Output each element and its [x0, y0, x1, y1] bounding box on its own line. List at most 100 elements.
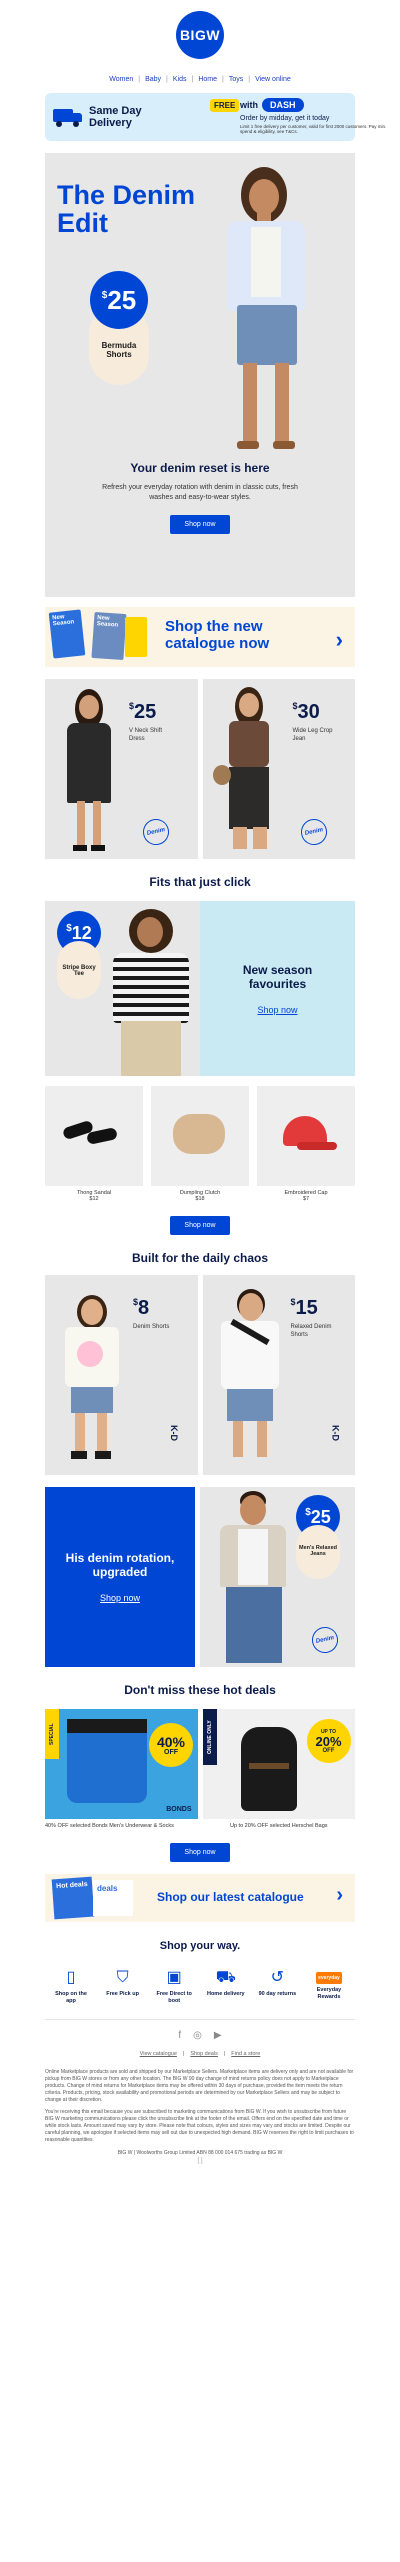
sandal-image — [45, 1086, 143, 1186]
facebook-icon[interactable]: f — [178, 2030, 181, 2041]
dash-pill: DASH — [262, 98, 304, 112]
shop-your-way-title: Shop your way. — [159, 1940, 241, 1952]
bonds-deal-caption: 40% OFF selected Bonds Men's Underwear &… — [45, 1823, 174, 1829]
shop-your-way-row: ▯ Shop on the app ⛉ Free Pick up ▣ Free Dir… — [50, 1968, 350, 2005]
deals-section-title: Don't miss these hot deals — [124, 1683, 276, 1697]
hero-shop-now-button[interactable]: Shop now — [170, 515, 230, 534]
tee-label-card: Stripe Boxy Tee — [57, 941, 101, 999]
bonds-discount-badge: 40% OFF — [149, 1723, 193, 1767]
kd-mark: K-D — [169, 1425, 179, 1441]
relaxed-shorts-description: Relaxed Denim Shorts — [290, 1324, 332, 1338]
legal-paragraph: You're receiving this email because you … — [45, 2109, 354, 2143]
accessories-row: Thong Sandal $12 Dumpling Clutch $18 Emb… — [45, 1086, 355, 1202]
catalogue-thumbnail-3 — [125, 617, 147, 657]
dash-with: with — [240, 100, 258, 110]
rewards-icon: everyday — [315, 1972, 342, 1984]
accessory-clutch[interactable]: Dumpling Clutch $18 — [151, 1086, 249, 1202]
mens-jeans-label-card: Men's Relaxed Jeans — [296, 1525, 340, 1579]
relaxed-shorts-price: $15 — [290, 1297, 318, 1319]
kids-two-up: $8 Denim Shorts K-D $15 Relaxed Denim Sh… — [45, 1275, 355, 1475]
stripe-tee-tile[interactable]: $12 Stripe Boxy Tee — [45, 901, 200, 1076]
latest-thumbnail-1: Hot deals — [51, 1876, 95, 1920]
footer-find-store[interactable]: Find a store — [231, 2051, 260, 2057]
divider — [45, 2019, 355, 2020]
way-rewards[interactable]: everyday Everyday Rewards — [308, 1968, 350, 2005]
way-app[interactable]: ▯ Shop on the app — [50, 1968, 92, 2005]
chaos-section-title: Built for the daily chaos — [131, 1251, 269, 1265]
kids-denim-shorts-tile[interactable]: $8 Denim Shorts K-D — [45, 1275, 198, 1475]
kids-shorts-description: Denim Shorts — [133, 1324, 170, 1330]
nav-baby[interactable]: Baby — [145, 76, 161, 83]
product-tile-dress[interactable]: $25 V Neck Shift Dress Denim — [45, 679, 198, 859]
boy-model-image — [213, 1289, 287, 1469]
dress-price: $25 — [129, 701, 157, 723]
bonds-deal[interactable]: SPECIAL 40% OFF BONDS 40% OFF selected Bo… — [45, 1709, 198, 1829]
herschel-discount-badge: UP TO 20% OFF — [306, 1719, 351, 1763]
bonds-underwear-image: SPECIAL 40% OFF BONDS — [45, 1709, 198, 1819]
fits-banner: $12 Stripe Boxy Tee New season favourite… — [45, 901, 355, 1076]
footer-view-catalogue[interactable]: View catalogue — [140, 2051, 177, 2057]
denim-stamp: Denim — [298, 816, 329, 848]
jean-description: Wide Leg Crop Jean — [292, 728, 333, 742]
herschel-deal-caption: Up to 20% OFF selected Herschel Bags — [229, 1823, 328, 1829]
way-home-delivery[interactable]: ⛟ Home delivery — [205, 1968, 247, 2005]
herschel-deal[interactable]: ONLINE ONLY UP TO 20% OFF Up to 20% OFF se… — [202, 1709, 355, 1829]
new-season-favourites-tile[interactable]: New season favourites Shop now — [200, 901, 355, 1076]
hero-model-image — [205, 165, 335, 465]
his-denim-banner: His denim rotation, upgraded Shop now $2… — [45, 1487, 355, 1667]
youtube-icon[interactable]: ▶ — [214, 2030, 222, 2041]
phone-icon: ▯ — [66, 1969, 76, 1986]
email-page: BIGW Women | Baby | Kids | Home | Toys | View… — [0, 0, 400, 2164]
sandal-price: $12 — [89, 1196, 99, 1202]
instagram-icon[interactable]: ◎ — [193, 2030, 202, 2041]
denim-edit-hero[interactable]: The Denim Edit Bermuda Shorts $25 Your d… — [45, 153, 355, 597]
his-denim-text-tile[interactable]: His denim rotation, upgraded Shop now — [45, 1487, 195, 1667]
deals-shop-now-button[interactable]: Shop now — [170, 1843, 230, 1862]
accessory-sandal[interactable]: Thong Sandal $12 — [45, 1086, 143, 1202]
latest-thumbnail-2: deals — [93, 1880, 133, 1916]
bonds-brand: BONDS — [166, 1806, 192, 1813]
footer-icon: [ ] — [197, 2158, 203, 2164]
footer-shop-deals[interactable]: Shop deals — [190, 2051, 218, 2057]
bigw-logo[interactable]: BIGW — [176, 11, 224, 59]
same-day-delivery-banner[interactable]: Same Day Delivery FREE with DASH Order by… — [45, 93, 386, 141]
delivery-truck-icon — [53, 106, 83, 128]
way-direct-to-boot[interactable]: ▣ Free Direct to boot — [153, 1968, 195, 2005]
company-address: BIG W | Woolworths Group Limited ABN 88 … — [117, 2150, 283, 2156]
denim-stamp: Denim — [309, 1624, 341, 1656]
catalogue-thumbnail-2: New Season — [91, 611, 127, 661]
catalogue-title: Shop the new catalogue now — [165, 618, 270, 652]
way-label: Free Pick up — [106, 1991, 139, 1997]
truck-icon: ⛟ — [215, 1969, 236, 1986]
his-denim-shop-link[interactable]: Shop now — [100, 1593, 140, 1603]
new-season-shop-link[interactable]: Shop now — [257, 1005, 297, 1015]
kids-shorts-price: $8 — [133, 1297, 150, 1319]
nav-kids[interactable]: Kids — [173, 76, 187, 83]
accessory-cap[interactable]: Embroidered Cap $7 — [257, 1086, 355, 1202]
catalogue-banner[interactable]: New Season New Season Shop the new catal… — [45, 607, 355, 667]
hot-deals-row: SPECIAL 40% OFF BONDS 40% OFF selected Bo… — [45, 1709, 355, 1829]
herschel-bag-image: ONLINE ONLY UP TO 20% OFF — [202, 1709, 355, 1819]
nav-separator: | — [191, 76, 194, 83]
delivery-fine-print: Limit 1 free delivery per customer, vali… — [240, 124, 387, 134]
chevron-right-icon: › — [335, 627, 343, 652]
nav-home[interactable]: Home — [198, 76, 217, 83]
jean-price: $30 — [292, 701, 320, 723]
way-returns[interactable]: ↺ 90 day returns — [256, 1968, 298, 2005]
special-tag: SPECIAL — [45, 1709, 59, 1759]
product-tile-crop-jean[interactable]: $30 Wide Leg Crop Jean Denim — [202, 679, 355, 859]
relaxed-denim-shorts-tile[interactable]: $15 Relaxed Denim Shorts K-D — [202, 1275, 355, 1475]
nav-view-online[interactable]: View online — [255, 76, 291, 83]
new-season-title: New season favourites — [242, 962, 313, 991]
dress-description: V Neck Shift Dress — [129, 728, 163, 742]
hero-subtitle: Your denim reset is here — [130, 461, 270, 475]
mens-jeans-tile[interactable]: $25 Men's Relaxed Jeans Denim — [200, 1487, 355, 1667]
legal-text: Online Marketplace products are sold and… — [45, 2069, 355, 2144]
free-badge: FREE — [210, 99, 240, 112]
way-pickup[interactable]: ⛉ Free Pick up — [102, 1968, 144, 2005]
nav-women[interactable]: Women — [109, 76, 133, 83]
nav-toys[interactable]: Toys — [229, 76, 243, 83]
way-label: Shop on the app — [55, 1991, 87, 2004]
latest-catalogue-banner[interactable]: Hot deals deals Shop our latest catalogu… — [45, 1874, 355, 1922]
accessories-shop-now-button[interactable]: Shop now — [170, 1216, 230, 1235]
